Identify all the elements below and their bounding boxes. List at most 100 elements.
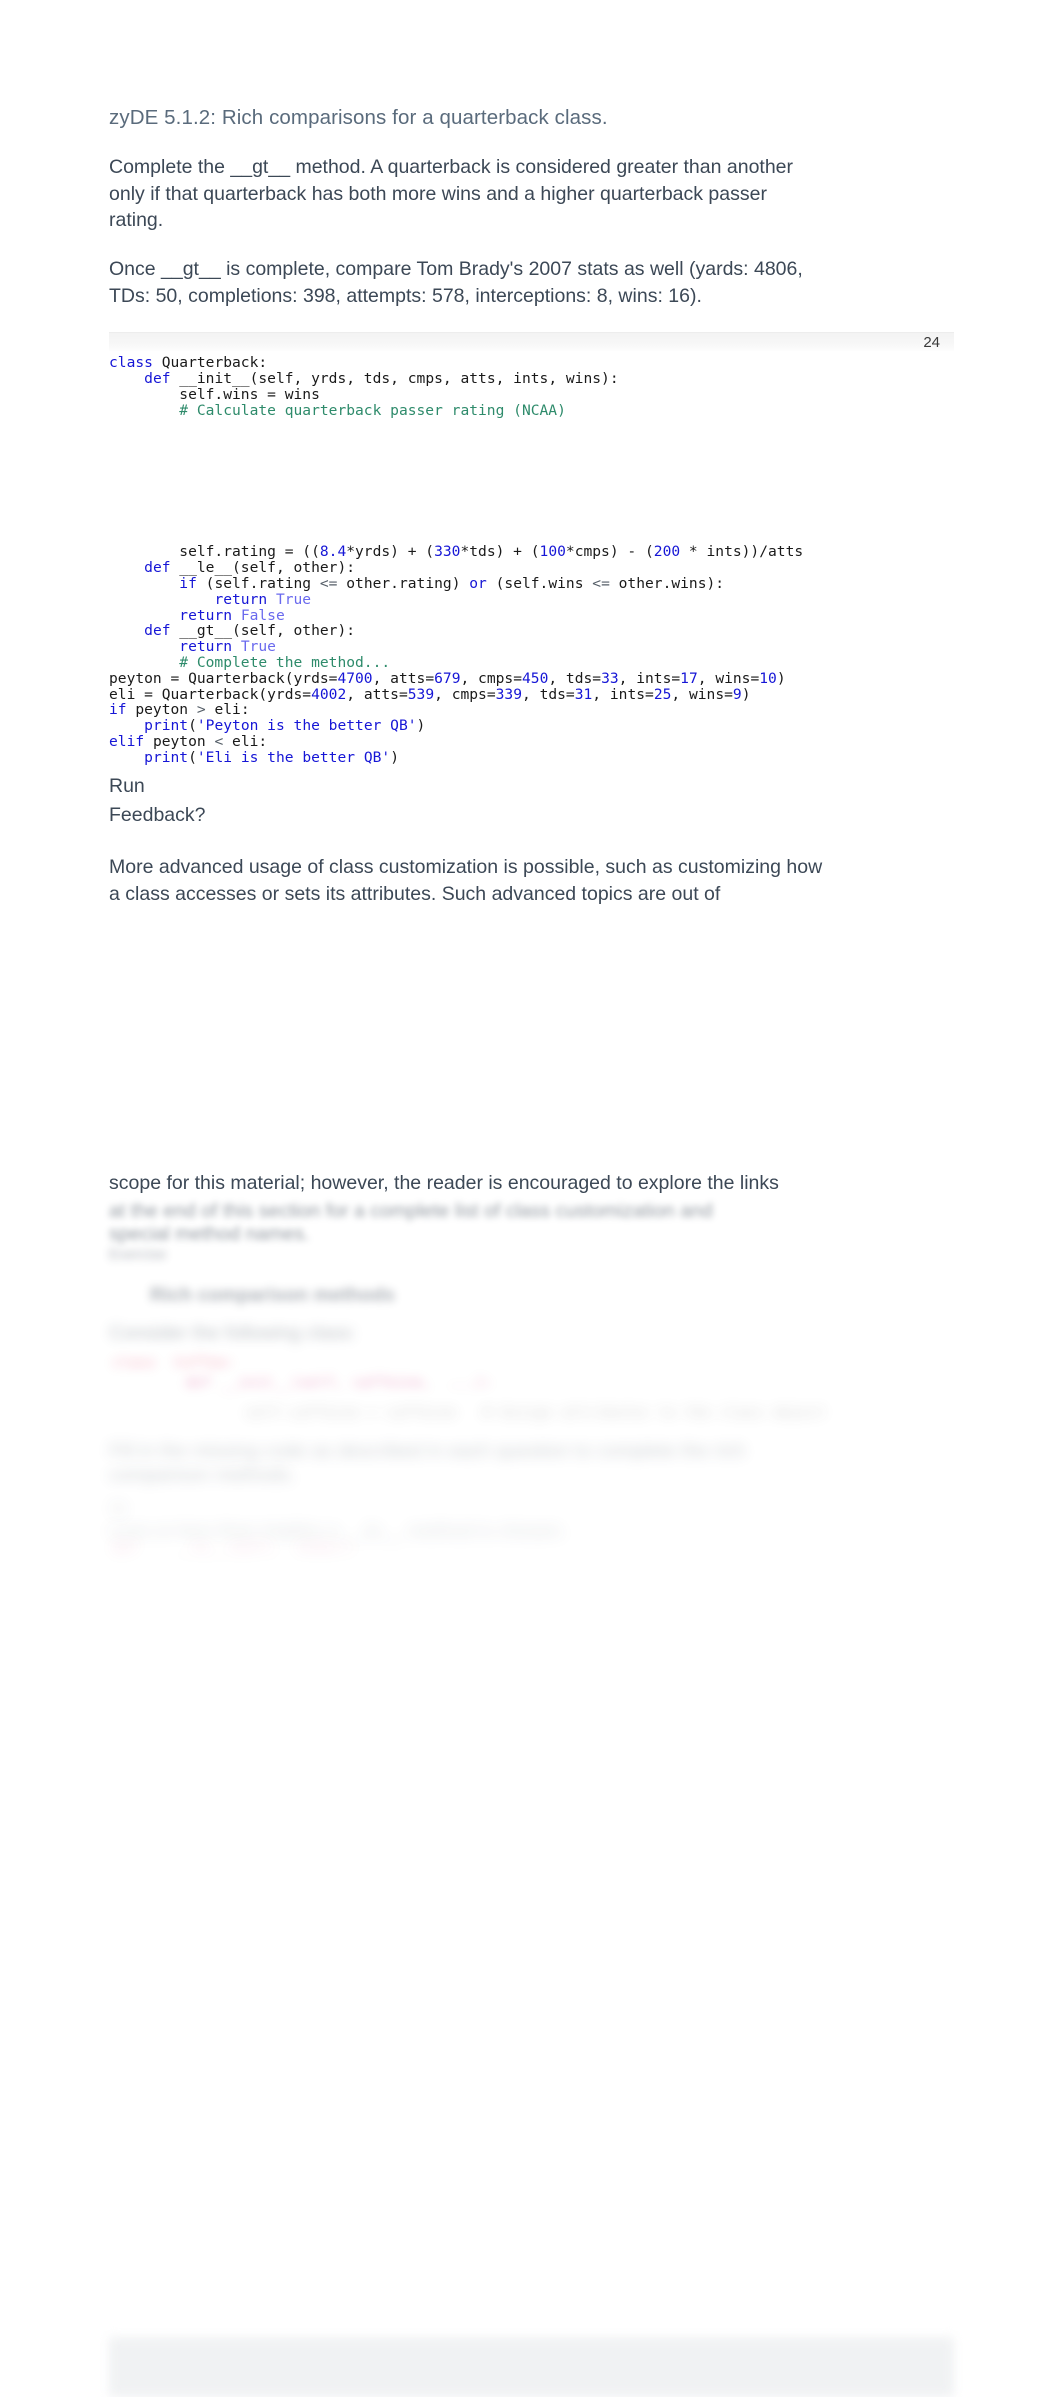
code-blank-gap (109, 418, 954, 544)
code-token: def (144, 370, 171, 387)
instruction-paragraph-2: Once __gt__ is complete, compare Tom Bra… (109, 258, 803, 308)
code-token: other.rating) (337, 574, 470, 592)
code-token: ) (741, 685, 751, 703)
code-token: peyton (126, 701, 197, 719)
code-token: eli: (223, 732, 268, 750)
tail-text-3: Consider the following class: (109, 1321, 357, 1344)
code-token: self.wins = wins (109, 385, 320, 403)
line-counter: 24 (923, 334, 940, 352)
code-token: 'Eli is the better QB' (196, 748, 391, 766)
code-line: def __le__(self, other): (109, 559, 355, 576)
code-token: eli = Quarterback(yrds= (109, 685, 312, 703)
closing-paragraph-1: More advanced usage of class customizati… (109, 856, 823, 905)
code-token: other.wins): (609, 574, 725, 592)
code-token: <= (592, 574, 610, 592)
blurred-tail-region: scope for this material; however, the re… (0, 1150, 1062, 2397)
code-line: self.wins = wins (109, 386, 320, 403)
code-toolbar: 24 (109, 332, 954, 352)
tail-exercise-title: Rich comparison methods (150, 1283, 395, 1306)
run-button[interactable]: Run (109, 772, 954, 801)
code-token: 4002 (311, 685, 347, 703)
code-token: return (179, 638, 233, 656)
code-token: True (275, 590, 312, 608)
code-token: return (179, 606, 233, 624)
code-token: (self.wins (486, 574, 593, 592)
code-token: , atts= (372, 669, 435, 687)
code-token: 'Peyton is the better QB' (196, 717, 417, 735)
code-token: # Calculate quarterback passer rating (N… (109, 401, 566, 419)
feedback-button[interactable]: Feedback? (109, 801, 954, 830)
code-token: if (179, 574, 197, 592)
code-token: , wins= (697, 669, 760, 687)
code-editor-area[interactable]: class Quarterback: def __init__(self, yr… (109, 351, 954, 766)
code-token: class (109, 354, 153, 372)
code-token: peyton = Quarterback(yrds= (109, 669, 338, 687)
code-token: , tds= (522, 685, 575, 703)
code-line: def __gt__(self, other): (109, 622, 355, 639)
code-source[interactable]: class Quarterback: def __init__(self, yr… (109, 355, 954, 765)
tail-code-4: def __le__(self, other): (112, 1538, 359, 1556)
document-page: zyDE 5.1.2: Rich comparisons for a quart… (0, 0, 1062, 2397)
code-line: print('Eli is the better QB') (109, 749, 399, 766)
code-token: __gt__(self, other): (170, 622, 356, 640)
code-token: 4700 (337, 669, 373, 687)
code-line: # Complete the method... (109, 654, 390, 671)
code-token: __le__(self, other): (170, 559, 356, 577)
code-token: 330 (434, 543, 461, 561)
code-line: elif peyton < eli: (109, 733, 267, 750)
page-title: zyDE 5.1.2: Rich comparisons for a quart… (109, 106, 608, 129)
code-token: 100 (539, 543, 566, 561)
tail-text-2: special method names. (109, 1222, 310, 1245)
tail-code-2: def __init__(self, caffeine, ...): (150, 1373, 493, 1391)
tail-exercise-label: Exercise (109, 1246, 167, 1263)
code-token: , tds= (548, 669, 602, 687)
code-line: eli = Quarterback(yrds=4002, atts=539, c… (109, 686, 751, 703)
code-line: print('Peyton is the better QB') (109, 717, 425, 734)
code-line: # Calculate quarterback passer rating (N… (109, 402, 566, 419)
code-token: (self.rating (196, 574, 320, 592)
code-token: print (144, 717, 189, 735)
code-token: , ints= (592, 685, 654, 703)
code-token: , wins= (671, 685, 733, 703)
code-token: def (144, 622, 171, 640)
code-token: ) (776, 669, 786, 687)
code-token: peyton (144, 732, 215, 750)
closing-paragraph-2: scope for this material; however, the re… (109, 1171, 779, 1194)
code-token: eli: (205, 701, 250, 719)
code-token: , cmps= (434, 685, 496, 703)
code-token: < (214, 732, 224, 750)
code-token: True (240, 638, 276, 656)
code-token: # Complete the method... (109, 653, 391, 671)
code-line: return False (109, 606, 285, 624)
code-actions: Run Feedback? (109, 772, 954, 831)
code-line: return True (109, 638, 276, 655)
code-token: 450 (522, 669, 549, 687)
code-token: *yrds) + ( (346, 543, 435, 561)
code-token: 200 (653, 543, 681, 561)
code-token: , cmps= (460, 669, 522, 687)
code-token: return (214, 590, 268, 608)
code-line: if peyton > eli: (109, 701, 250, 718)
code-token: 33 (601, 669, 619, 687)
code-token: > (196, 701, 206, 719)
code-token: * ints))/atts (680, 543, 804, 561)
code-token: *tds) + ( (460, 543, 540, 561)
code-line: self.rating = ((8.4*yrds) + (330*tds) + … (109, 543, 803, 560)
code-token: 10 (759, 669, 777, 687)
code-line: return True (109, 591, 311, 608)
tail-code-1: class Coffee: (112, 1353, 236, 1371)
code-token: *cmps) - ( (565, 543, 654, 561)
lesson-content: zyDE 5.1.2: Rich comparisons for a quart… (109, 104, 954, 930)
code-token: ) (390, 748, 399, 766)
instruction-paragraph-1: Complete the __gt__ method. A quarterbac… (109, 155, 794, 232)
code-editor-widget[interactable]: 24 class Quarterback: def __init__(self,… (109, 332, 954, 830)
code-line: class Quarterback: (109, 354, 267, 371)
tail-text-4: Fill in the missing code as described in… (109, 1439, 746, 1462)
code-token: False (240, 606, 285, 624)
